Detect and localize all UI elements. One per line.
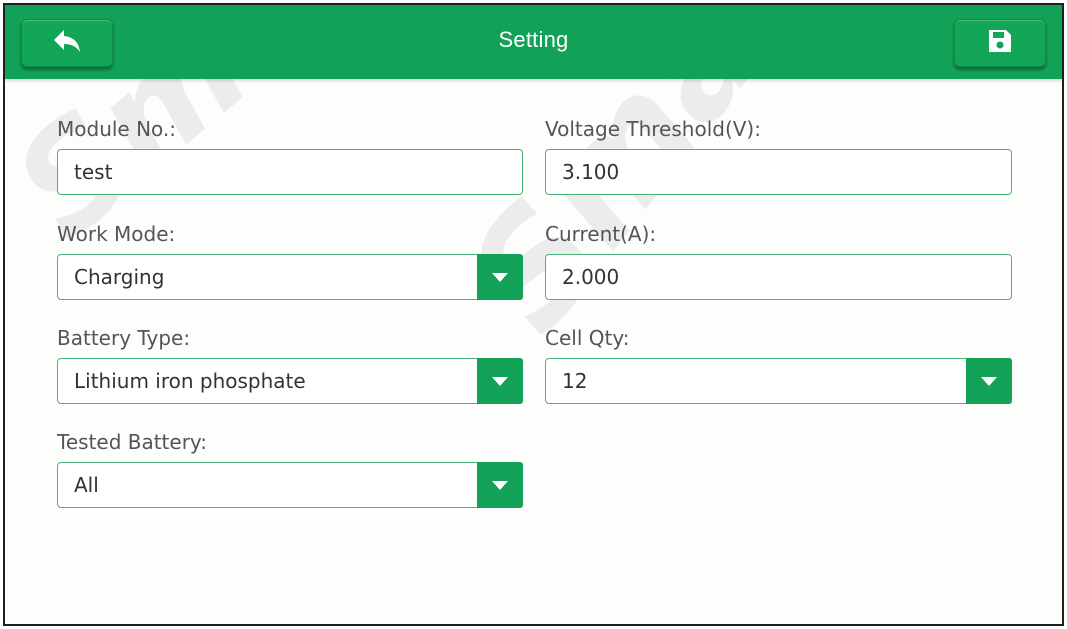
save-button[interactable] — [954, 19, 1046, 67]
current-value: 2.000 — [562, 265, 620, 289]
module-no-label: Module No.: — [57, 117, 177, 141]
work-mode-dropdown-button[interactable] — [477, 254, 523, 300]
battery-type-label: Battery Type: — [57, 326, 191, 350]
current-input[interactable]: 2.000 — [545, 254, 1012, 300]
voltage-threshold-value: 3.100 — [562, 160, 620, 184]
voltage-threshold-label: Voltage Threshold(V): — [545, 117, 761, 141]
module-no-input[interactable]: test — [57, 149, 523, 195]
chevron-down-icon — [492, 480, 508, 490]
settings-screen: SmartSafe SmartSafe Setting Module No.: — [3, 3, 1064, 626]
tested-battery-select[interactable]: All — [57, 462, 523, 508]
cell-qty-label: Cell Qty: — [545, 326, 630, 350]
chevron-down-icon — [492, 376, 508, 386]
module-no-value: test — [74, 160, 113, 184]
tested-battery-dropdown-button[interactable] — [477, 462, 523, 508]
work-mode-select[interactable]: Charging — [57, 254, 523, 300]
page-title: Setting — [498, 27, 569, 52]
chevron-down-icon — [492, 272, 508, 282]
settings-form: Module No.: test Voltage Threshold(V): 3… — [5, 79, 1062, 624]
voltage-threshold-input[interactable]: 3.100 — [545, 149, 1012, 195]
tested-battery-value: All — [74, 473, 99, 497]
header-bar: Setting — [5, 5, 1062, 79]
cell-qty-dropdown-button[interactable] — [966, 358, 1012, 404]
battery-type-value: Lithium iron phosphate — [74, 369, 306, 393]
cell-qty-select[interactable]: 12 — [545, 358, 1012, 404]
battery-type-dropdown-button[interactable] — [477, 358, 523, 404]
save-icon — [987, 28, 1013, 59]
cell-qty-value: 12 — [562, 369, 588, 393]
battery-type-select[interactable]: Lithium iron phosphate — [57, 358, 523, 404]
tested-battery-label: Tested Battery: — [57, 430, 208, 454]
chevron-down-icon — [981, 376, 997, 386]
work-mode-value: Charging — [74, 265, 165, 289]
current-label: Current(A): — [545, 222, 657, 246]
work-mode-label: Work Mode: — [57, 222, 176, 246]
